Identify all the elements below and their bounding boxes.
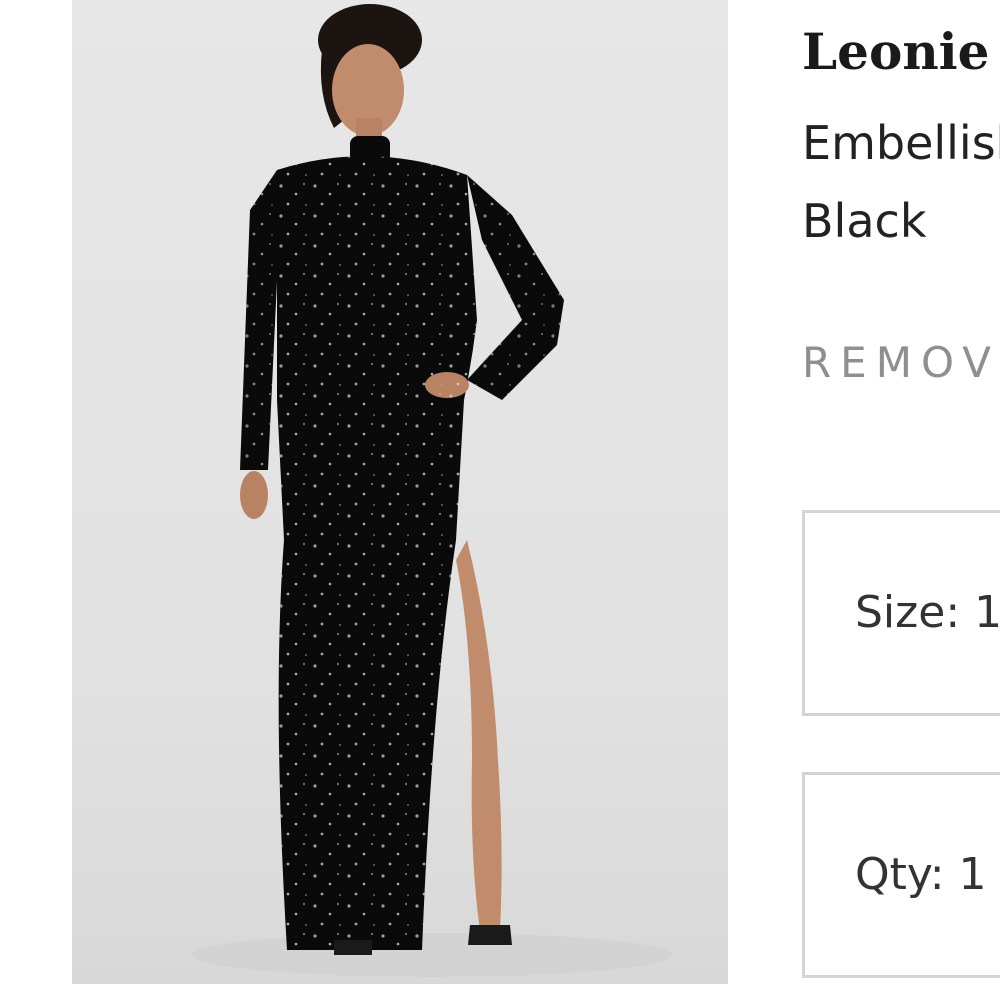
remove-button[interactable]: REMOVE xyxy=(802,338,1000,387)
size-label: Size: 1 xyxy=(855,587,1000,638)
size-selector[interactable]: Size: 1 xyxy=(802,510,1000,716)
product-description: Embellished Black xyxy=(802,104,1000,260)
product-name[interactable]: Leonie xyxy=(802,22,989,81)
product-image[interactable] xyxy=(72,0,728,984)
quantity-selector[interactable]: Qty: 1 xyxy=(802,772,1000,978)
quantity-label: Qty: 1 xyxy=(855,849,987,900)
product-photo-illustration xyxy=(192,4,672,977)
product-description-line: Embellished xyxy=(802,116,1000,170)
product-color: Black xyxy=(802,194,927,248)
product-details: Leonie Embellished Black REMOVE Size: 1 … xyxy=(802,0,1000,1000)
